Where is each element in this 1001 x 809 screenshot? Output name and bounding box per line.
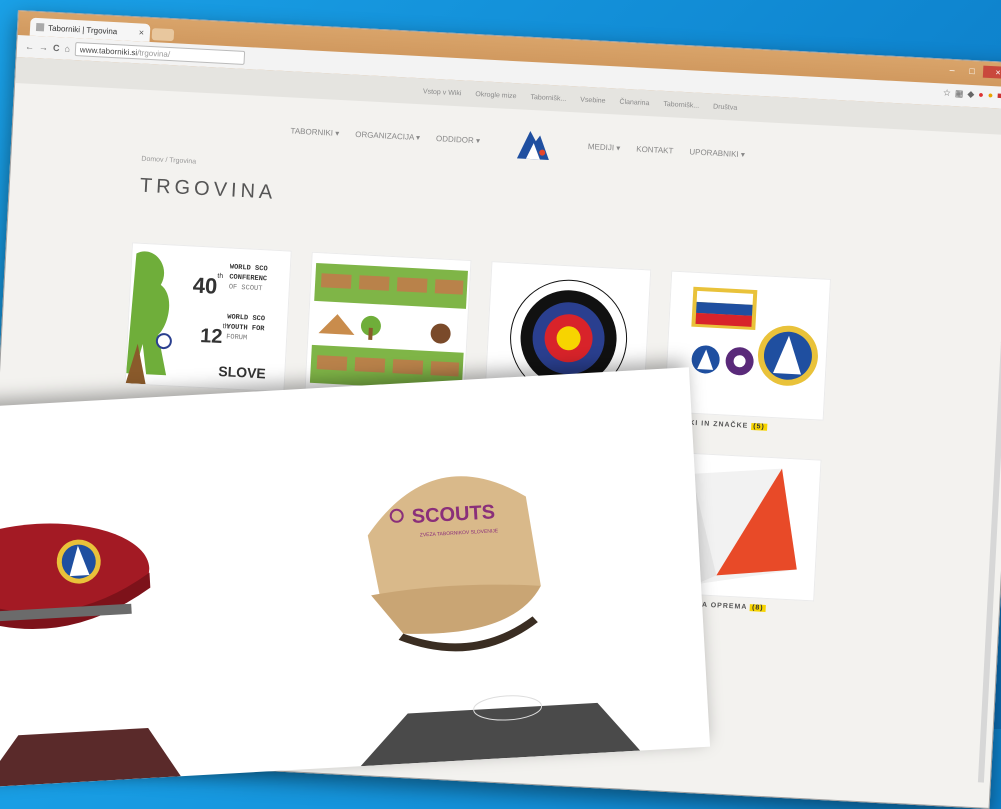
top-link[interactable]: Vstop v Wiki bbox=[423, 88, 462, 97]
reload-button[interactable]: C bbox=[53, 43, 60, 53]
poster-line: YOUTH FOR bbox=[226, 323, 265, 333]
extension-icons: ☆ ▦ ◆ ● ● ■ ≡ bbox=[943, 88, 1001, 103]
top-link[interactable]: Tabornišk... bbox=[663, 100, 699, 109]
menu-organizacija[interactable]: ORGANIZACIJA ▾ bbox=[355, 129, 420, 141]
new-tab-button[interactable] bbox=[152, 28, 175, 41]
url-host: www.taborniki.si bbox=[80, 45, 138, 57]
poster-line: FORUM bbox=[226, 333, 247, 342]
stamps-illustration bbox=[305, 253, 471, 401]
extension-icon[interactable]: ▦ bbox=[955, 88, 964, 99]
url-path: /trgovina/ bbox=[137, 48, 170, 59]
menu-taborniki[interactable]: TABORNIKI ▾ bbox=[290, 126, 339, 138]
home-icon[interactable]: ⌂ bbox=[64, 43, 70, 53]
tab-close-icon[interactable]: × bbox=[138, 27, 144, 37]
minimize-button[interactable]: – bbox=[943, 64, 962, 77]
top-link[interactable]: Društva bbox=[713, 103, 737, 111]
extension-icon[interactable]: ● bbox=[978, 89, 984, 100]
poster-line: OF SCOUT bbox=[229, 283, 263, 293]
poster-line: WORLD SCO bbox=[227, 313, 265, 323]
maximize-button[interactable]: □ bbox=[963, 65, 982, 78]
window-controls: – □ × bbox=[943, 64, 1001, 80]
poster-line: WORLD SCO bbox=[230, 263, 268, 273]
back-button[interactable]: ← bbox=[25, 41, 35, 51]
bookmark-star-icon[interactable]: ☆ bbox=[943, 88, 952, 99]
tab-title: Taborniki | Trgovina bbox=[48, 23, 118, 36]
product-image-stamps[interactable] bbox=[304, 252, 471, 402]
hats-illustration: SCOUTS ZVEZA TABORNIKOV SLOVENIJE bbox=[0, 367, 710, 787]
favicon-icon bbox=[36, 23, 44, 31]
menu-uporabniki[interactable]: UPORABNIKI ▾ bbox=[689, 147, 745, 159]
dark-shape bbox=[0, 726, 181, 787]
forward-button[interactable]: → bbox=[39, 42, 49, 52]
product-image-poster[interactable]: 40 th WORLD SCO CONFERENC OF SCOUT 12 th… bbox=[125, 242, 292, 392]
top-link[interactable]: Okrogle mize bbox=[475, 91, 517, 100]
poster-illustration: 40 th WORLD SCO CONFERENC OF SCOUT 12 th… bbox=[126, 243, 292, 391]
count-badge: (5) bbox=[751, 423, 767, 431]
top-link[interactable]: Članarina bbox=[619, 98, 649, 107]
poster-number-1: 40 bbox=[192, 273, 218, 299]
top-link[interactable]: Vsebine bbox=[580, 96, 606, 104]
top-link[interactable]: Tabornišk... bbox=[530, 93, 566, 102]
cap-image: SCOUTS ZVEZA TABORNIKOV SLOVENIJE bbox=[365, 472, 544, 656]
site-logo[interactable] bbox=[513, 122, 555, 164]
gmail-icon[interactable]: ■ bbox=[997, 90, 1001, 101]
poster-line: CONFERENC bbox=[229, 273, 267, 283]
count-badge: (8) bbox=[750, 604, 766, 612]
poster-bottom-text: SLOVE bbox=[218, 363, 266, 381]
menu-kontakt[interactable]: KONTAKT bbox=[636, 144, 674, 155]
product-detail-panel: SCOUTS ZVEZA TABORNIKOV SLOVENIJE bbox=[0, 367, 710, 787]
poster-number-2: 12 bbox=[200, 325, 223, 348]
product-item[interactable]: 40 th WORLD SCO CONFERENC OF SCOUT 12 th… bbox=[124, 242, 292, 405]
extension-icon[interactable]: ◆ bbox=[967, 89, 974, 100]
extension-icon[interactable]: ● bbox=[987, 90, 993, 101]
poster-sup-1: th bbox=[217, 273, 223, 280]
cap-brand: SCOUTS bbox=[411, 501, 495, 528]
close-window-button[interactable]: × bbox=[983, 66, 1001, 80]
beret-image bbox=[0, 518, 152, 635]
scrollbar[interactable] bbox=[978, 183, 1001, 782]
menu-mediji[interactable]: MEDIJI ▾ bbox=[588, 142, 621, 153]
menu-oddidor[interactable]: ODDIDOR ▾ bbox=[436, 134, 480, 145]
